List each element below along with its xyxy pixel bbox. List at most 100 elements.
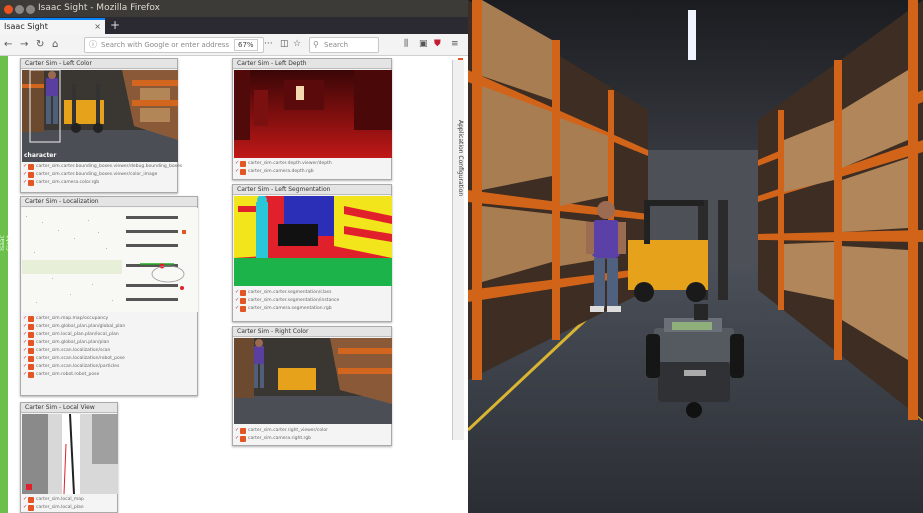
channel-color-icon: [28, 324, 34, 330]
visibility-check-icon[interactable]: ✓: [23, 316, 27, 321]
channel-row[interactable]: ✓ carter_sim.global_plan.plan/global_plan: [23, 323, 125, 331]
navigation-toolbar: ← → ↻ ⌂ ⓘ Search with Google or enter ad…: [0, 34, 468, 56]
tab-label: Isaac Sight: [4, 22, 48, 31]
channel-row[interactable]: ✓ carter_sim.carter.bounding_boxes.viewer…: [23, 171, 182, 179]
back-arrow-icon[interactable]: ←: [4, 38, 12, 51]
close-window-icon[interactable]: [4, 5, 13, 14]
visibility-check-icon[interactable]: ✓: [23, 332, 27, 337]
channel-color-icon: [28, 348, 34, 354]
channel-row[interactable]: ✓ carter_sim.camera.right.rgb: [235, 435, 328, 443]
maximize-window-icon[interactable]: [26, 5, 35, 14]
channel-row[interactable]: ✓ carter_sim.camera.segmentation.rgb: [235, 305, 339, 313]
channel-row[interactable]: ✓ carter_sim.carter.right_viewer/color: [235, 427, 328, 435]
panel-title: Carter Sim - Left Color: [21, 59, 177, 69]
panel-title: Carter Sim - Localization: [21, 197, 197, 207]
visibility-check-icon[interactable]: ✓: [235, 298, 239, 303]
panel-channel-list: ✓ carter_sim.local_map ✓ carter_sim.local_…: [23, 496, 84, 512]
visibility-check-icon[interactable]: ✓: [235, 290, 239, 295]
panel-local-view[interactable]: Carter Sim - Local View ✓ carter_sim.loca…: [20, 402, 118, 513]
channel-row[interactable]: ✓ carter_sim.carter.segmentation/class: [235, 289, 339, 297]
visibility-check-icon[interactable]: ✓: [23, 372, 27, 377]
channel-color-icon: [28, 332, 34, 338]
visibility-check-icon[interactable]: ✓: [235, 169, 239, 174]
visibility-check-icon[interactable]: ✓: [23, 324, 27, 329]
star-icon[interactable]: ☆: [293, 39, 301, 50]
channel-color-icon: [240, 290, 246, 296]
left-color-image: character: [22, 70, 178, 162]
isaac-sight-sidebar[interactable]: Isaac Sight: [0, 56, 13, 513]
tab-isaac-sight[interactable]: Isaac Sight ×: [0, 18, 105, 34]
zoom-level-badge[interactable]: 67%: [234, 39, 258, 51]
visibility-check-icon[interactable]: ✓: [23, 340, 27, 345]
panel-left-segmentation[interactable]: Carter Sim - Left Segmentation ✓ carter_…: [232, 184, 392, 322]
visibility-check-icon[interactable]: ✓: [235, 306, 239, 311]
left-depth-image: [234, 70, 392, 158]
channel-row[interactable]: ✓ carter_sim.global_plan.plan/plan: [23, 339, 125, 347]
warehouse-scene: [468, 0, 923, 513]
channel-row[interactable]: ✓ carter_sim.local_plan.plan/local_plan: [23, 331, 125, 339]
application-configuration-panel[interactable]: [452, 60, 464, 440]
panel-channel-list: ✓ carter_sim.carter.depth.viewer/depth ✓ c…: [235, 160, 332, 176]
search-input[interactable]: ⚲ Search: [309, 37, 379, 53]
channel-color-icon: [240, 161, 246, 167]
tab-strip: Isaac Sight × +: [0, 17, 468, 34]
hamburger-menu-icon[interactable]: ≡: [451, 39, 459, 50]
visibility-check-icon[interactable]: ✓: [23, 356, 27, 361]
shield-icon[interactable]: ⛊: [434, 39, 441, 50]
minimize-window-icon[interactable]: [15, 5, 24, 14]
channel-row[interactable]: ✓ carter_sim.carter.bounding_boxes.viewer…: [23, 163, 182, 171]
channel-color-icon: [240, 306, 246, 312]
panel-left-depth[interactable]: Carter Sim - Left Depth ✓ carter_sim.car…: [232, 58, 392, 180]
window-title: Isaac Sight - Mozilla Firefox: [38, 3, 160, 13]
new-tab-button[interactable]: +: [110, 17, 120, 33]
sidebar-icon[interactable]: ▣: [419, 39, 428, 50]
channel-row[interactable]: ✓ carter_sim.robot.robot_pose: [23, 371, 125, 379]
forward-arrow-icon[interactable]: →: [20, 38, 28, 51]
channel-color-icon: [240, 436, 246, 442]
visibility-check-icon[interactable]: ✓: [235, 436, 239, 441]
visibility-check-icon[interactable]: ✓: [235, 161, 239, 166]
right-color-image: [234, 338, 392, 424]
visibility-check-icon[interactable]: ✓: [23, 364, 27, 369]
reload-icon[interactable]: ↻: [36, 38, 44, 51]
left-segmentation-image: [234, 196, 392, 286]
visibility-check-icon[interactable]: ✓: [23, 348, 27, 353]
visibility-check-icon[interactable]: ✓: [23, 497, 27, 502]
channel-color-icon: [28, 340, 34, 346]
channel-color-icon: [28, 356, 34, 362]
visibility-check-icon[interactable]: ✓: [23, 172, 27, 177]
panel-channel-list: ✓ carter_sim.map.map/occupancy ✓ carter_si…: [23, 315, 125, 379]
panel-localization[interactable]: Carter Sim - Localization ✓ carter_sim.m…: [20, 196, 198, 396]
window-titlebar: Isaac Sight - Mozilla Firefox: [0, 0, 468, 17]
channel-color-icon: [28, 497, 34, 503]
visibility-check-icon[interactable]: ✓: [23, 180, 27, 185]
url-placeholder: Search with Google or enter address: [101, 41, 230, 49]
search-placeholder: Search: [324, 41, 349, 49]
channel-color-icon: [28, 505, 34, 511]
channel-color-icon: [28, 172, 34, 178]
channel-row[interactable]: ✓ carter_sim.scan.localization/robot_pose: [23, 355, 125, 363]
channel-row[interactable]: ✓ carter_sim.scan.localization/scan: [23, 347, 125, 355]
channel-row[interactable]: ✓ carter_sim.scan.localization/particles: [23, 363, 125, 371]
pocket-icon[interactable]: ◫: [280, 39, 289, 50]
panel-left-color[interactable]: Carter Sim - Left Color character ✓ cart…: [20, 58, 182, 193]
visibility-check-icon[interactable]: ✓: [23, 505, 27, 510]
channel-row[interactable]: ✓ carter_sim.local_plan: [23, 504, 84, 512]
panel-title: Carter Sim - Right Color: [233, 327, 391, 337]
visibility-check-icon[interactable]: ✓: [23, 164, 27, 169]
channel-color-icon: [240, 428, 246, 434]
channel-row[interactable]: ✓ carter_sim.carter.depth.viewer/depth: [235, 160, 332, 168]
panel-title: Carter Sim - Left Segmentation: [233, 185, 391, 195]
simulation-viewport[interactable]: [468, 0, 923, 513]
channel-row[interactable]: ✓ carter_sim.camera.color.rgb: [23, 179, 182, 187]
channel-row[interactable]: ✓ carter_sim.map.map/occupancy: [23, 315, 125, 323]
home-icon[interactable]: ⌂: [52, 38, 58, 51]
more-icon[interactable]: ···: [264, 39, 273, 50]
visibility-check-icon[interactable]: ✓: [235, 428, 239, 433]
close-tab-icon[interactable]: ×: [94, 20, 101, 33]
library-icon[interactable]: ⫼: [404, 39, 408, 50]
channel-row[interactable]: ✓ carter_sim.local_map: [23, 496, 84, 504]
panel-right-color[interactable]: Carter Sim - Right Color ✓ carter_sim.ca…: [232, 326, 392, 446]
channel-row[interactable]: ✓ carter_sim.carter.segmentation/instance: [235, 297, 339, 305]
channel-row[interactable]: ✓ carter_sim.camera.depth.rgb: [235, 168, 332, 176]
